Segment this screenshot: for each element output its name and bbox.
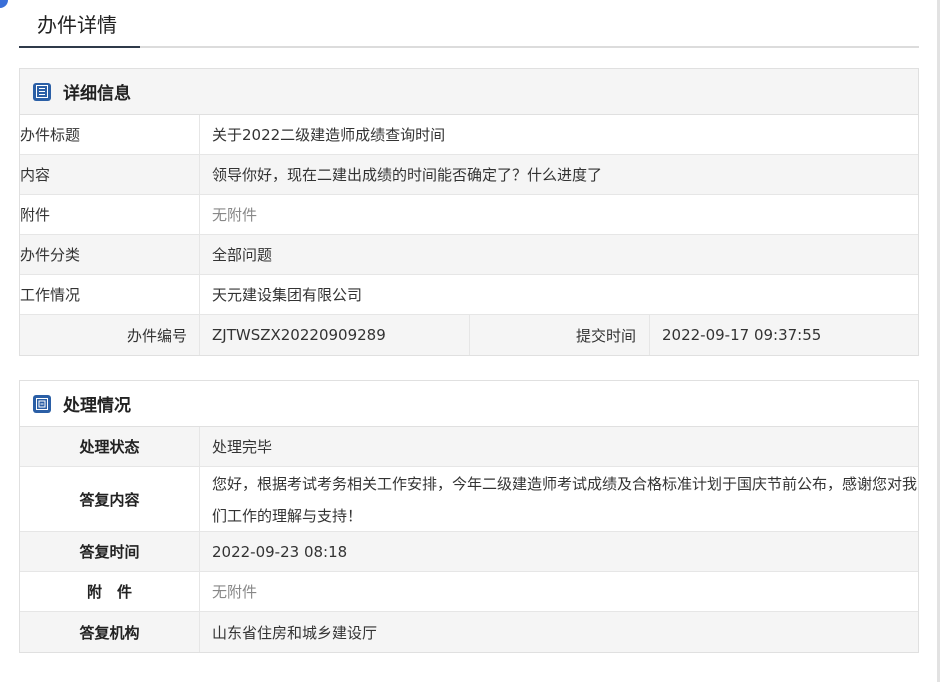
- message-icon: [33, 394, 51, 413]
- detail-row-work: 工作情况 天元建设集团有限公司: [20, 275, 918, 315]
- page-title-tab[interactable]: 办件详情: [19, 0, 140, 48]
- detail-row-content: 内容 领导你好，现在二建出成绩的时间能否确定了？什么进度了: [20, 155, 918, 195]
- processing-panel-title: 处理情况: [63, 396, 131, 416]
- detail-row-title: 办件标题 关于2022二级建造师成绩查询时间: [20, 115, 918, 155]
- corner-accent: [0, 0, 8, 8]
- reply-content-text: 您好，根据考试考务相关工作安排，今年二级建造师考试成绩及合格标准计划于国庆节前公…: [212, 474, 918, 525]
- processing-label: 答复内容: [20, 467, 200, 531]
- detail-value: 天元建设集团有限公司: [212, 286, 363, 304]
- processing-panel-header: 处理情况: [20, 381, 918, 427]
- detail-panel-header: 详细信息: [20, 69, 918, 115]
- processing-row-reply: 答复内容 您好，根据考试考务相关工作安排，今年二级建造师考试成绩及合格标准计划于…: [20, 467, 918, 532]
- processing-label: 答复机构: [20, 612, 200, 652]
- detail-row-meta: 办件编号 ZJTWSZX20220909289 提交时间 2022-09-17 …: [20, 315, 918, 355]
- processing-label: 答复时间: [20, 532, 200, 571]
- processing-value-wrap: 您好，根据考试考务相关工作安排，今年二级建造师考试成绩及合格标准计划于国庆节前公…: [200, 467, 918, 531]
- processing-panel: 处理情况 处理状态 处理完毕 答复内容 您好，根据考试考务相关工作安排，今年二级…: [19, 380, 919, 653]
- processing-row-status: 处理状态 处理完毕: [20, 427, 918, 467]
- processing-value: 2022-09-23 08:18: [212, 542, 348, 561]
- processing-value: 无附件: [212, 583, 258, 601]
- processing-label: 附 件: [20, 572, 200, 611]
- processing-value: 山东省住房和城乡建设厅: [212, 623, 378, 642]
- detail-label: 办件分类: [20, 235, 200, 274]
- processing-row-attachment: 附 件 无附件: [20, 572, 918, 612]
- submit-time-label: 提交时间: [470, 315, 650, 355]
- detail-panel: 详细信息 办件标题 关于2022二级建造师成绩查询时间 内容 领导你好，现在二建…: [19, 68, 919, 356]
- submit-time-value: 2022-09-17 09:37:55: [662, 326, 822, 344]
- processing-label: 处理状态: [20, 427, 200, 466]
- processing-value: 处理完毕: [212, 438, 273, 456]
- document-list-icon: [33, 82, 51, 101]
- case-number-label: 办件编号: [20, 315, 200, 355]
- detail-value: 领导你好，现在二建出成绩的时间能否确定了？什么进度了: [212, 166, 603, 184]
- processing-row-org: 答复机构 山东省住房和城乡建设厅: [20, 612, 918, 652]
- detail-value: 关于2022二级建造师成绩查询时间: [212, 126, 446, 144]
- detail-label: 工作情况: [20, 275, 200, 314]
- detail-label: 附件: [20, 195, 200, 234]
- detail-panel-title: 详细信息: [63, 84, 131, 104]
- page-header: 办件详情: [19, 0, 919, 48]
- processing-row-reply-time: 答复时间 2022-09-23 08:18: [20, 532, 918, 572]
- case-number-value: ZJTWSZX20220909289: [200, 315, 470, 355]
- detail-label: 办件标题: [20, 115, 200, 154]
- detail-row-attachment: 附件 无附件: [20, 195, 918, 235]
- detail-value: 无附件: [212, 206, 258, 224]
- detail-row-category: 办件分类 全部问题: [20, 235, 918, 275]
- detail-label: 内容: [20, 155, 200, 194]
- detail-value: 全部问题: [212, 246, 273, 264]
